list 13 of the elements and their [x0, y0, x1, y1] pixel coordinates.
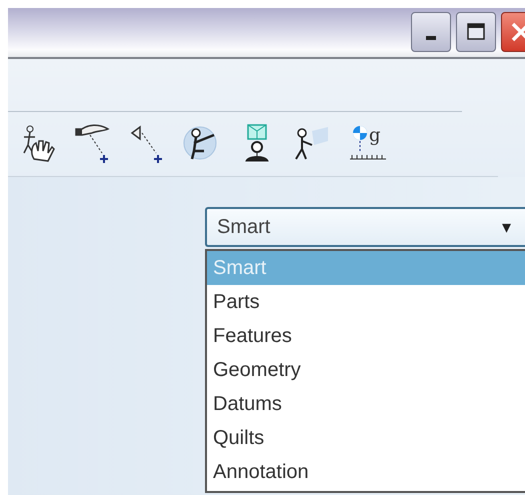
hand-plus-icon[interactable]: [74, 123, 112, 165]
filter-dropdown[interactable]: Smart ▾: [205, 207, 525, 247]
maximize-button[interactable]: [456, 12, 496, 52]
maximize-icon: [466, 22, 486, 42]
minimize-button[interactable]: [411, 12, 451, 52]
dropdown-option[interactable]: Annotation: [207, 455, 525, 489]
dropdown-option[interactable]: Datums: [207, 387, 525, 421]
caret-icon: ▾: [502, 216, 511, 238]
dropdown-option[interactable]: Quilts: [207, 421, 525, 455]
dropdown-option[interactable]: Parts: [207, 285, 525, 319]
minimize-icon: [426, 36, 436, 40]
dropdown-option[interactable]: Features: [207, 319, 525, 353]
dropdown-option[interactable]: Geometry: [207, 353, 525, 387]
